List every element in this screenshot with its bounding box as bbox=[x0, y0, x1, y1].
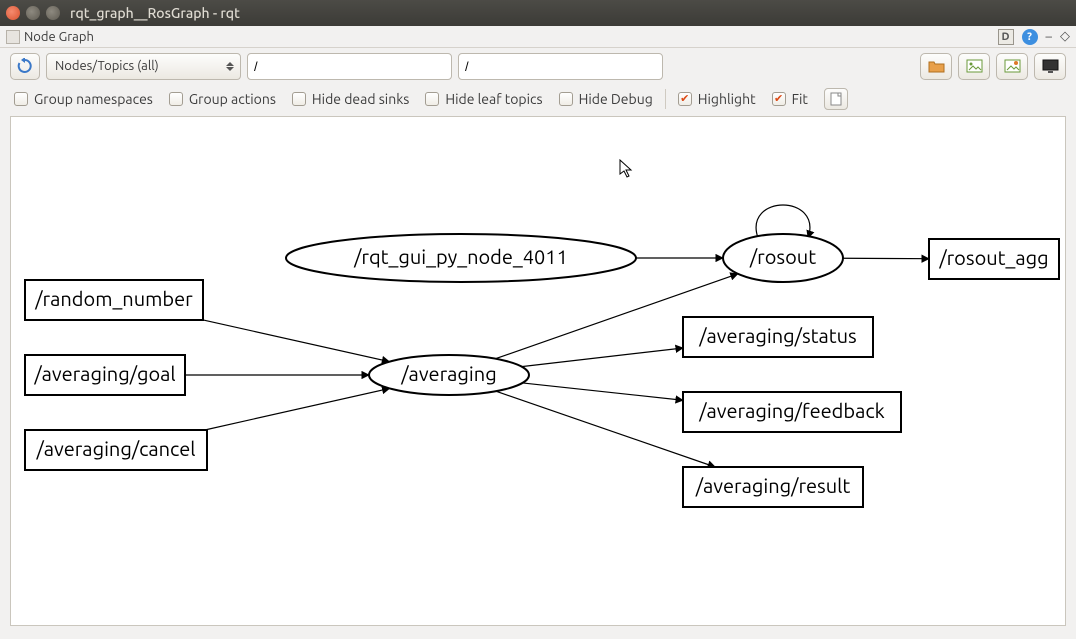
window-maximize-button[interactable] bbox=[46, 6, 60, 20]
graph-node-label: /averaging/result bbox=[695, 474, 851, 497]
hide-leaf-topics-checkbox[interactable]: Hide leaf topics bbox=[425, 91, 542, 107]
checkbox-label: Hide leaf topics bbox=[445, 91, 542, 107]
image-export-icon bbox=[1004, 59, 1021, 73]
screenshot-button[interactable] bbox=[1034, 53, 1066, 80]
monitor-icon bbox=[1042, 59, 1059, 73]
graph-node-label: /rosout bbox=[749, 245, 816, 268]
graph-node[interactable]: /rosout_agg bbox=[929, 239, 1059, 279]
graph-node-label: /random_number bbox=[34, 287, 193, 311]
chevron-up-down-icon bbox=[226, 62, 234, 71]
window-title: rqt_graph__RosGraph - rqt bbox=[70, 5, 240, 21]
save-image-button[interactable] bbox=[958, 53, 990, 80]
group-namespaces-checkbox[interactable]: Group namespaces bbox=[14, 91, 153, 107]
checkbox-checked-icon bbox=[678, 92, 692, 106]
view-mode-dropdown[interactable]: Nodes/Topics (all) bbox=[46, 53, 241, 80]
graph-canvas[interactable]: /random_number/averaging/goal/averaging/… bbox=[10, 116, 1066, 626]
graph-node-label: /averaging/feedback bbox=[698, 399, 885, 422]
panel-title: Node Graph bbox=[24, 30, 94, 44]
checkbox-label: Hide dead sinks bbox=[312, 91, 409, 107]
graph-node-label: /rqt_gui_py_node_4011 bbox=[353, 245, 568, 269]
checkbox-icon bbox=[559, 92, 573, 106]
graph-node[interactable]: /rqt_gui_py_node_4011 bbox=[286, 234, 636, 282]
graph-node[interactable]: /averaging/cancel bbox=[25, 430, 207, 470]
divider bbox=[665, 89, 666, 109]
checkbox-icon bbox=[14, 92, 28, 106]
panel-header: Node Graph D ? – ◇ bbox=[0, 26, 1076, 48]
page-icon bbox=[830, 92, 842, 106]
checkbox-label: Hide Debug bbox=[579, 91, 653, 107]
graph-node[interactable]: /random_number bbox=[25, 280, 203, 320]
panel-float-icon[interactable]: ◇ bbox=[1060, 29, 1070, 44]
toolbar: Nodes/Topics (all) bbox=[0, 48, 1076, 84]
topic-filter-input[interactable] bbox=[458, 53, 663, 80]
window-titlebar: rqt_graph__RosGraph - rqt bbox=[0, 0, 1076, 26]
refresh-button[interactable] bbox=[10, 53, 40, 80]
graph-edge bbox=[522, 348, 683, 367]
hide-dead-sinks-checkbox[interactable]: Hide dead sinks bbox=[292, 91, 409, 107]
graph-node[interactable]: /averaging/result bbox=[683, 467, 863, 507]
folder-open-icon bbox=[928, 59, 945, 73]
highlight-checkbox[interactable]: Highlight bbox=[678, 91, 756, 107]
graph-node-label: /rosout_agg bbox=[938, 246, 1048, 270]
checkbox-checked-icon bbox=[772, 92, 786, 106]
graph-node-label: /averaging/goal bbox=[33, 362, 175, 385]
help-icon[interactable]: ? bbox=[1022, 29, 1038, 45]
checkbox-icon bbox=[169, 92, 183, 106]
panel-minimize-icon[interactable]: – bbox=[1046, 30, 1052, 44]
group-actions-checkbox[interactable]: Group actions bbox=[169, 91, 276, 107]
checkbox-icon bbox=[425, 92, 439, 106]
window-close-button[interactable] bbox=[6, 6, 20, 20]
ros-graph-svg: /random_number/averaging/goal/averaging/… bbox=[11, 117, 1065, 625]
graph-node-label: /averaging/status bbox=[698, 324, 856, 347]
graph-node[interactable]: /averaging bbox=[369, 355, 529, 395]
graph-node[interactable]: /averaging/goal bbox=[25, 355, 185, 395]
checkbox-label: Group namespaces bbox=[34, 91, 153, 107]
window-minimize-button[interactable] bbox=[26, 6, 40, 20]
graph-node[interactable]: /averaging/status bbox=[683, 317, 873, 357]
graph-node-label: /averaging/cancel bbox=[35, 437, 195, 460]
checkbox-label: Highlight bbox=[698, 91, 756, 107]
image-save-icon bbox=[966, 59, 983, 73]
panel-icon bbox=[6, 30, 20, 44]
hide-debug-checkbox[interactable]: Hide Debug bbox=[559, 91, 653, 107]
graph-edge bbox=[205, 388, 390, 430]
reset-view-button[interactable] bbox=[824, 88, 848, 110]
refresh-icon bbox=[17, 58, 33, 74]
dropdown-selected-label: Nodes/Topics (all) bbox=[55, 59, 159, 73]
options-row: Group namespaces Group actions Hide dead… bbox=[0, 84, 1076, 114]
fit-checkbox[interactable]: Fit bbox=[772, 91, 808, 107]
save-dot-button[interactable] bbox=[996, 53, 1028, 80]
node-filter-input[interactable] bbox=[247, 53, 452, 80]
checkbox-icon bbox=[292, 92, 306, 106]
dock-icon[interactable]: D bbox=[998, 29, 1014, 45]
checkbox-label: Fit bbox=[792, 91, 808, 107]
graph-node[interactable]: /averaging/feedback bbox=[683, 392, 901, 432]
checkbox-label: Group actions bbox=[189, 91, 276, 107]
graph-edge bbox=[203, 320, 389, 362]
graph-node-label: /averaging bbox=[400, 362, 496, 385]
graph-node[interactable]: /rosout bbox=[723, 234, 843, 282]
graph-edge bbox=[522, 383, 683, 400]
open-button[interactable] bbox=[920, 53, 952, 80]
